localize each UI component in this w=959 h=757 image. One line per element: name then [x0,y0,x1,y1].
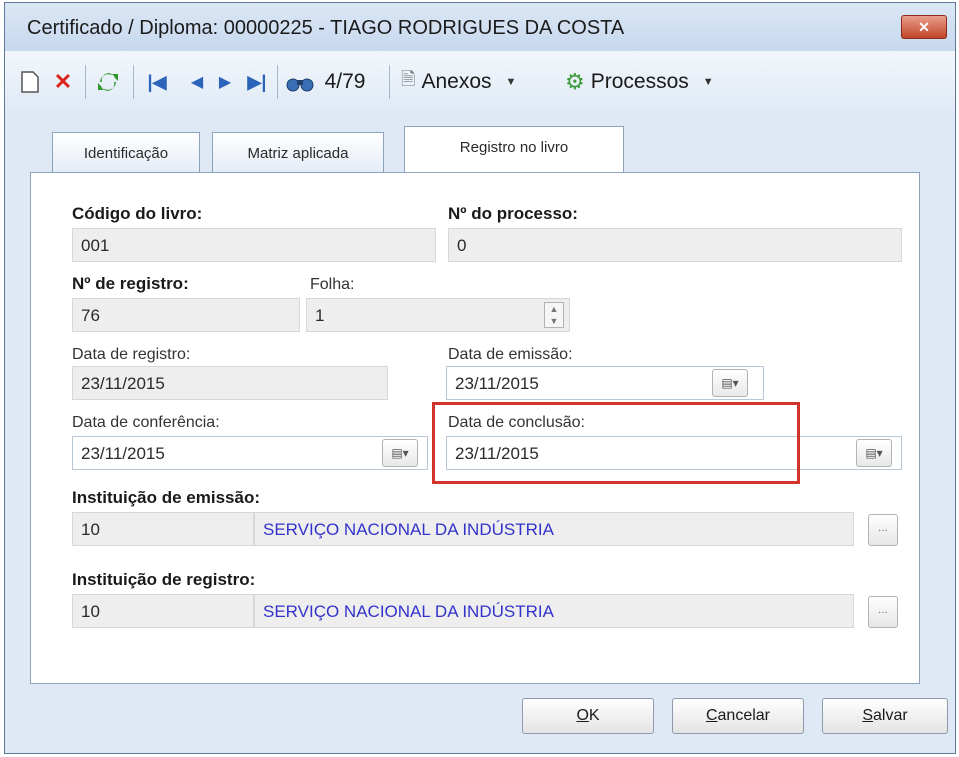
chevron-down-icon: ▼ [505,76,517,88]
save-button[interactable]: Salvar [822,698,948,734]
completion-date-calendar-icon[interactable]: ▤▾ [856,439,892,467]
first-record-icon[interactable]: |◀ [145,67,169,97]
tab-applied-matrix[interactable]: Matriz aplicada [212,132,384,172]
sheet-label: Folha: [310,276,355,293]
tab-identification[interactable]: Identificação [52,132,200,172]
toolbar-separator [133,65,134,99]
sheet-stepper[interactable]: ▲ ▼ [544,302,564,328]
check-date-label: Data de conferência: [72,414,220,431]
process-number-field[interactable]: 0 [448,228,902,262]
registering-institution-label: Instituição de registro: [72,570,256,589]
issue-date-label: Data de emissão: [448,346,573,363]
paperclip-icon: 🗎 [401,69,416,89]
new-document-icon[interactable] [17,67,43,97]
refresh-icon[interactable] [93,67,123,97]
ok-button[interactable]: OK [522,698,654,734]
check-date-calendar-icon[interactable]: ▤▾ [382,439,418,467]
attachments-button[interactable]: 🗎 Anexos ▼ [401,67,551,97]
next-record-icon[interactable]: ▶ [215,67,235,97]
check-date-field[interactable]: 23/11/2015 [72,436,428,470]
last-record-icon[interactable]: ▶| [245,67,269,97]
issuing-institution-code[interactable]: 10 [72,512,254,546]
sheet-field[interactable]: 1 [306,298,570,332]
registration-number-field[interactable]: 76 [72,298,300,332]
record-counter: 4/79 [324,70,366,93]
issue-date-calendar-icon[interactable]: ▤▾ [712,369,748,397]
processes-button[interactable]: ⚙ Processos ▼ [565,67,755,97]
toolbar-separator [277,65,278,99]
toolbar-separator [389,65,390,99]
issuing-institution-lookup-button[interactable]: ... [868,514,898,546]
close-button[interactable]: ✕ [901,15,947,39]
book-code-field[interactable]: 001 [72,228,436,262]
previous-record-icon[interactable]: ◀ [187,67,207,97]
registration-date-label: Data de registro: [72,346,191,363]
registration-date-field[interactable]: 23/11/2015 [72,366,388,400]
registering-institution-name: SERVIÇO NACIONAL DA INDÚSTRIA [254,594,854,628]
cancel-button[interactable]: Cancelar [672,698,804,734]
issuing-institution-name: SERVIÇO NACIONAL DA INDÚSTRIA [254,512,854,546]
book-code-label: Código do livro: [72,204,203,223]
close-icon: ✕ [918,19,930,35]
delete-icon[interactable]: ✕ [49,67,77,97]
chevron-down-icon: ▼ [702,76,714,88]
completion-date-highlight [432,402,800,484]
binoculars-icon[interactable] [285,67,315,97]
window-title: Certificado / Diploma: 00000225 - TIAGO … [27,17,625,39]
registering-institution-code[interactable]: 10 [72,594,254,628]
title-bar[interactable]: Certificado / Diploma: 00000225 - TIAGO … [5,3,955,51]
toolbar-separator [85,65,86,99]
registration-number-label: Nº de registro: [72,274,189,293]
issuing-institution-label: Instituição de emissão: [72,488,260,507]
process-gear-icon: ⚙ [565,69,585,94]
toolbar: ✕ |◀ ◀ ▶ ▶| 4/79 🗎 Anexos ▼ ⚙ Processos … [5,51,955,113]
tab-book-registration[interactable]: Registro no livro [404,126,624,172]
process-number-label: Nº do processo: [448,204,578,223]
registering-institution-lookup-button[interactable]: ... [868,596,898,628]
